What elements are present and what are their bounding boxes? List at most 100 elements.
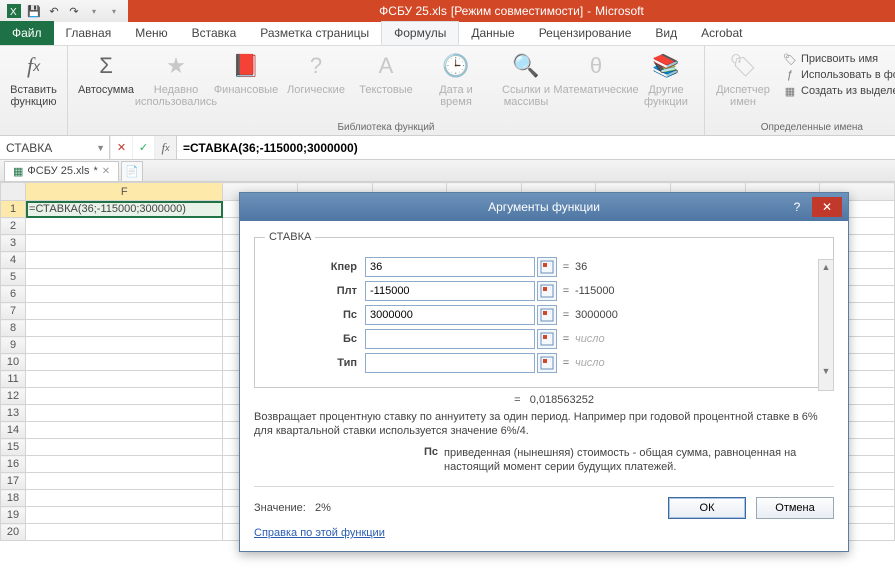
autosum-button[interactable]: Σ Автосумма bbox=[76, 50, 136, 96]
cell[interactable] bbox=[26, 320, 223, 337]
cell[interactable] bbox=[26, 422, 223, 439]
row-header[interactable]: 19 bbox=[1, 507, 26, 524]
ok-button[interactable]: ОК bbox=[668, 497, 746, 519]
row-header[interactable]: 11 bbox=[1, 371, 26, 388]
qat-overflow-icon[interactable]: ▾ bbox=[106, 3, 122, 19]
row-header[interactable]: 4 bbox=[1, 252, 26, 269]
close-document-icon[interactable]: ✕ bbox=[102, 166, 110, 177]
define-name-item[interactable]: 🏷Присвоить имя bbox=[783, 52, 895, 66]
name-manager-button[interactable]: 🏷 Диспетчер имен bbox=[713, 50, 773, 108]
cell[interactable] bbox=[26, 439, 223, 456]
range-picker-button[interactable] bbox=[537, 281, 557, 301]
range-picker-button[interactable] bbox=[537, 329, 557, 349]
cell[interactable] bbox=[26, 507, 223, 524]
cell[interactable] bbox=[26, 269, 223, 286]
enter-formula-button[interactable]: ✓ bbox=[132, 136, 154, 159]
range-picker-button[interactable] bbox=[537, 257, 557, 277]
argument-input[interactable] bbox=[365, 257, 535, 277]
cell[interactable] bbox=[26, 303, 223, 320]
save-icon[interactable]: 💾 bbox=[26, 3, 42, 19]
args-scrollbar[interactable]: ▲ ▼ bbox=[818, 259, 834, 391]
new-document-tab[interactable]: 📄 bbox=[121, 161, 143, 181]
function-help-link[interactable]: Справка по этой функции bbox=[254, 527, 385, 539]
row-header[interactable]: 16 bbox=[1, 456, 26, 473]
argument-input[interactable] bbox=[365, 329, 535, 349]
tab-view[interactable]: Вид bbox=[643, 21, 689, 45]
cell[interactable] bbox=[26, 235, 223, 252]
tab-formulas[interactable]: Формулы bbox=[381, 21, 459, 45]
datetime-button[interactable]: 🕒 Дата и время bbox=[426, 50, 486, 108]
dialog-close-button[interactable]: ✕ bbox=[812, 197, 842, 217]
financial-button[interactable]: 📕 Финансовые bbox=[216, 50, 276, 96]
cell[interactable] bbox=[26, 456, 223, 473]
row-header[interactable]: 6 bbox=[1, 286, 26, 303]
cell[interactable]: =СТАВКА(36;-115000;3000000) bbox=[26, 201, 223, 218]
tab-review[interactable]: Рецензирование bbox=[527, 21, 644, 45]
cancel-button[interactable]: Отмена bbox=[756, 497, 834, 519]
argument-description: Пс приведенная (нынешняя) стоимость - об… bbox=[254, 446, 834, 474]
row-header[interactable]: 9 bbox=[1, 337, 26, 354]
tab-menu[interactable]: Меню bbox=[123, 21, 179, 45]
dialog-titlebar[interactable]: Аргументы функции ? ✕ bbox=[240, 193, 848, 221]
lookup-button[interactable]: 🔍 Ссылки и массивы bbox=[496, 50, 556, 108]
fx-button[interactable]: fx bbox=[154, 136, 176, 159]
row-header[interactable]: 3 bbox=[1, 235, 26, 252]
select-all-corner[interactable] bbox=[1, 183, 26, 201]
more-functions-button[interactable]: 📚 Другие функции bbox=[636, 50, 696, 108]
row-header[interactable]: 14 bbox=[1, 422, 26, 439]
cell[interactable] bbox=[26, 388, 223, 405]
tab-data[interactable]: Данные bbox=[459, 21, 526, 45]
undo-icon[interactable]: ↶ bbox=[46, 3, 62, 19]
row-header[interactable]: 15 bbox=[1, 439, 26, 456]
row-header[interactable]: 2 bbox=[1, 218, 26, 235]
row-header[interactable]: 5 bbox=[1, 269, 26, 286]
logical-button[interactable]: ? Логические bbox=[286, 50, 346, 96]
cell[interactable] bbox=[26, 218, 223, 235]
formula-input[interactable] bbox=[177, 136, 895, 159]
create-from-selection-item[interactable]: ▦Создать из выделенн bbox=[783, 84, 895, 98]
cell[interactable] bbox=[26, 337, 223, 354]
row-header[interactable]: 18 bbox=[1, 490, 26, 507]
dialog-help-button[interactable]: ? bbox=[786, 197, 808, 217]
redo-icon[interactable]: ↷ bbox=[66, 3, 82, 19]
range-picker-button[interactable] bbox=[537, 353, 557, 373]
cell[interactable] bbox=[26, 473, 223, 490]
row-header[interactable]: 10 bbox=[1, 354, 26, 371]
row-header[interactable]: 1 bbox=[1, 201, 26, 218]
argument-input[interactable] bbox=[365, 281, 535, 301]
math-button[interactable]: θ Математические bbox=[566, 50, 626, 96]
row-header[interactable]: 8 bbox=[1, 320, 26, 337]
cell[interactable] bbox=[26, 490, 223, 507]
name-box[interactable]: СТАВКА ▼ bbox=[0, 136, 110, 159]
row-header[interactable]: 7 bbox=[1, 303, 26, 320]
range-picker-button[interactable] bbox=[537, 305, 557, 325]
insert-function-button[interactable]: fx Вставить функцию bbox=[4, 50, 64, 108]
cell[interactable] bbox=[26, 252, 223, 269]
row-header[interactable]: 17 bbox=[1, 473, 26, 490]
use-in-formula-item[interactable]: ƒИспользовать в фор bbox=[783, 68, 895, 82]
scroll-up-icon[interactable]: ▲ bbox=[819, 260, 833, 274]
tab-home[interactable]: Главная bbox=[54, 21, 124, 45]
cancel-formula-button[interactable]: ✕ bbox=[110, 136, 132, 159]
cell[interactable] bbox=[26, 354, 223, 371]
argument-input[interactable] bbox=[365, 305, 535, 325]
cell[interactable] bbox=[26, 524, 223, 541]
row-header[interactable]: 20 bbox=[1, 524, 26, 541]
cell[interactable] bbox=[26, 286, 223, 303]
cell[interactable] bbox=[26, 405, 223, 422]
qat-dropdown-icon[interactable]: ▾ bbox=[86, 3, 102, 19]
document-tab[interactable]: ▦ ФСБУ 25.xls * ✕ bbox=[4, 161, 119, 181]
row-header[interactable]: 12 bbox=[1, 388, 26, 405]
tab-file[interactable]: Файл bbox=[0, 21, 54, 45]
tab-pagelayout[interactable]: Разметка страницы bbox=[248, 21, 381, 45]
text-button[interactable]: A Текстовые bbox=[356, 50, 416, 96]
column-header[interactable]: F bbox=[26, 183, 223, 201]
row-header[interactable]: 13 bbox=[1, 405, 26, 422]
tab-insert[interactable]: Вставка bbox=[180, 21, 249, 45]
tab-acrobat[interactable]: Acrobat bbox=[689, 21, 754, 45]
recent-functions-button[interactable]: ★ Недавно использовались bbox=[146, 50, 206, 108]
argument-input[interactable] bbox=[365, 353, 535, 373]
scroll-down-icon[interactable]: ▼ bbox=[819, 364, 833, 378]
chevron-down-icon[interactable]: ▼ bbox=[96, 143, 105, 153]
cell[interactable] bbox=[26, 371, 223, 388]
